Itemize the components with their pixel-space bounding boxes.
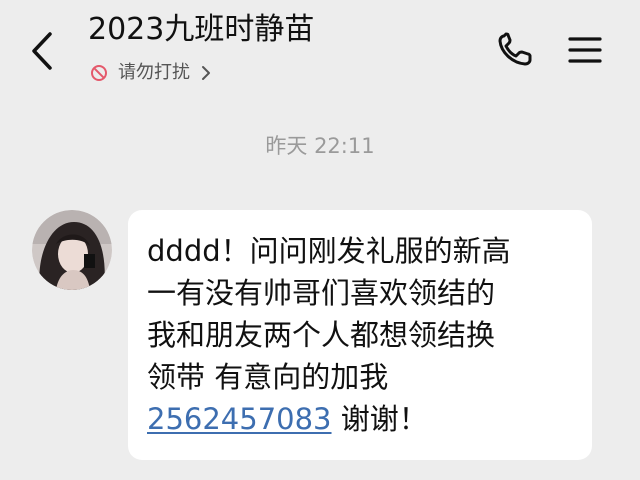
- chevron-left-icon: [32, 32, 52, 70]
- call-button[interactable]: [494, 30, 538, 70]
- chat-title: 2023九班时静苗: [88, 12, 315, 47]
- message-line-contact: 2562457083 谢谢！: [147, 398, 574, 440]
- phone-icon: [498, 32, 532, 66]
- message-bubble: dddd！问问刚发礼服的新高 一有没有帅哥们喜欢领结的 我和朋友两个人都想领结换…: [128, 210, 592, 460]
- menu-button[interactable]: [566, 34, 604, 66]
- message-suffix: 谢谢！: [331, 402, 428, 436]
- phone-number-link[interactable]: 2562457083: [147, 402, 332, 436]
- message-line: 我和朋友两个人都想领结换: [147, 318, 496, 352]
- message-timestamp: 昨天 22:11: [265, 134, 375, 158]
- message-line: 领带 有意向的加我: [147, 360, 389, 394]
- chat-header: 2023九班时静苗 请勿打扰: [0, 0, 640, 100]
- message-line: 一有没有帅哥们喜欢领结的: [147, 276, 496, 310]
- chevron-right-icon: [202, 66, 210, 80]
- avatar[interactable]: [32, 210, 112, 290]
- message-line: dddd！问问刚发礼服的新高: [147, 234, 511, 268]
- hamburger-menu-icon: [568, 37, 602, 63]
- do-not-disturb-icon: [91, 65, 107, 81]
- back-button[interactable]: [18, 18, 66, 80]
- avatar-image: [32, 210, 112, 290]
- do-not-disturb-status[interactable]: 请勿打扰: [90, 60, 212, 86]
- do-not-disturb-label: 请勿打扰: [118, 62, 190, 83]
